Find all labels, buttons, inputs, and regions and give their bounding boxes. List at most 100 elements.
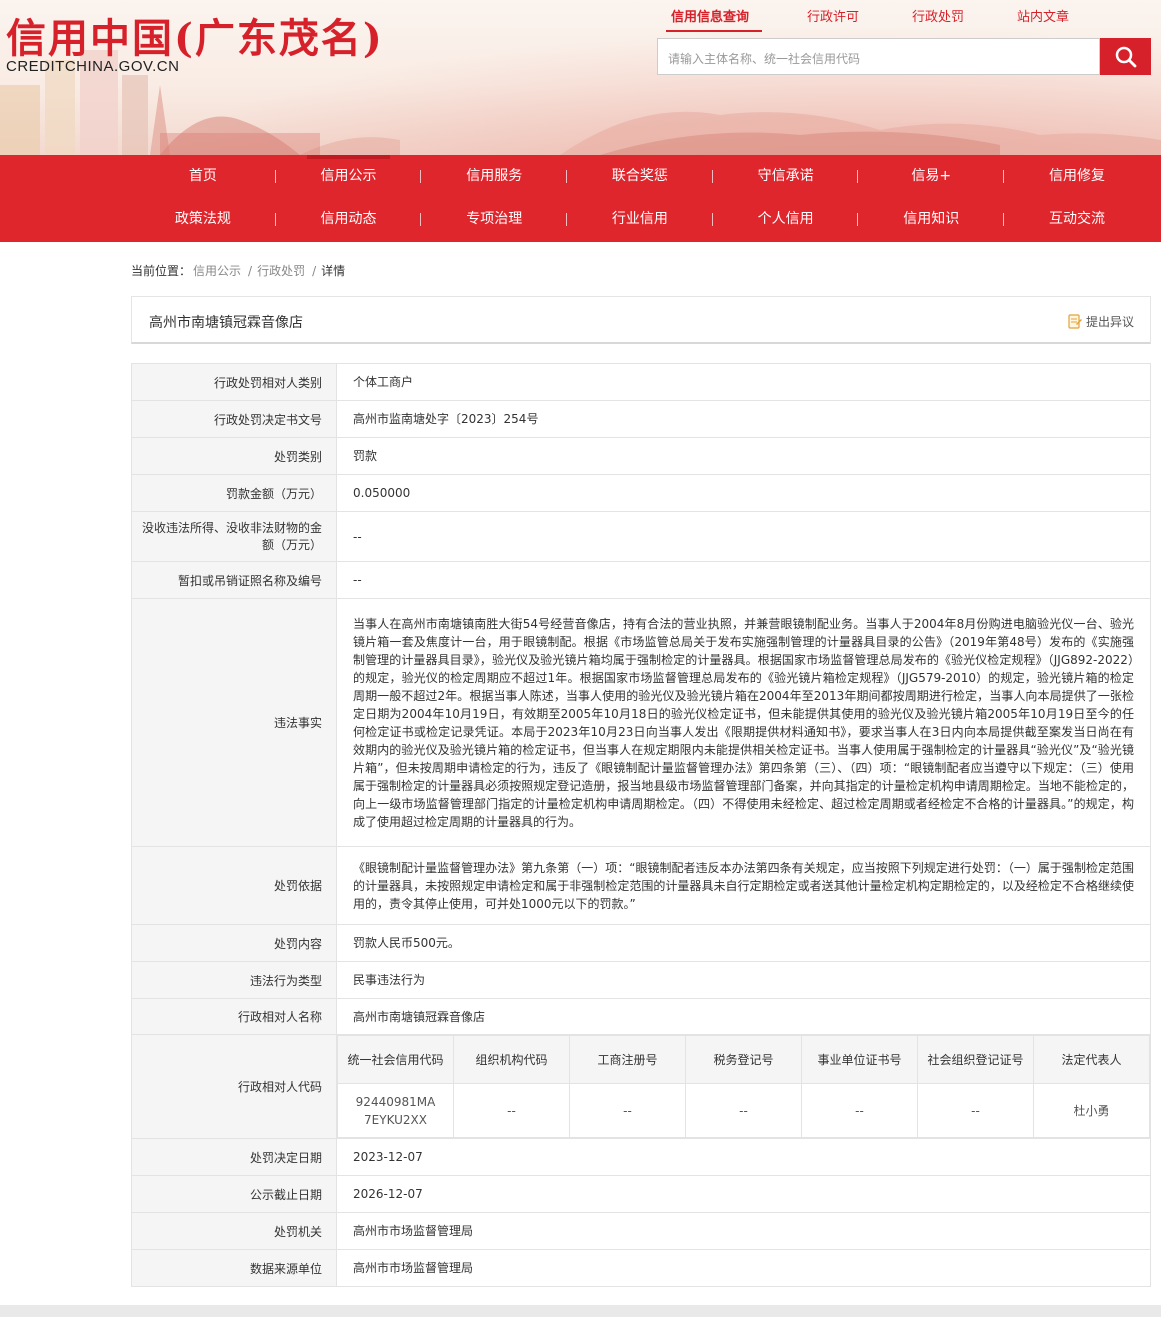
field-value: 高州市市场监督管理局 xyxy=(336,1249,1151,1287)
search-icon xyxy=(1115,46,1136,67)
nav-item-credit-publicity[interactable]: 信用公示 xyxy=(276,155,422,198)
main-nav-row-2: 政策法规 信用动态 专项治理 行业信用 个人信用 信用知识 互动交流 xyxy=(130,198,1150,241)
top-link-credit-query[interactable]: 信用信息查询 xyxy=(671,6,749,25)
field-label: 行政相对人名称 xyxy=(131,998,337,1035)
table-row: 暂扣或吊销证照名称及编号 -- xyxy=(131,561,1151,599)
field-value: 0.050000 xyxy=(336,474,1151,512)
breadcrumb-admin-penalty[interactable]: 行政处罚 xyxy=(257,264,305,278)
raise-objection-button[interactable]: 提出异议 xyxy=(1068,313,1134,330)
field-label: 行政处罚相对人类别 xyxy=(131,363,337,401)
nav-item-credit-service[interactable]: 信用服务 xyxy=(421,155,567,198)
party-code-header-row: 统一社会信用代码 组织机构代码 工商注册号 税务登记号 事业单位证书号 社会组织… xyxy=(337,1035,1150,1084)
nav-item-personal-credit[interactable]: 个人信用 xyxy=(713,198,859,241)
table-row: 行政处罚决定书文号 高州市监南塘处字〔2023〕254号 xyxy=(131,400,1151,438)
field-value: 高州市监南塘处字〔2023〕254号 xyxy=(336,400,1151,438)
field-value: 民事违法行为 xyxy=(336,961,1151,999)
table-row: 处罚依据 《眼镜制配计量监督管理办法》第九条第（一）项：“眼镜制配者违反本办法第… xyxy=(131,846,1151,925)
field-value: 2023-12-07 xyxy=(336,1138,1151,1176)
record-title: 高州市南塘镇冠霖音像店 xyxy=(149,315,303,331)
field-label: 行政相对人代码 xyxy=(131,1034,337,1139)
field-label: 罚款金额（万元） xyxy=(131,474,337,512)
party-code-header: 工商注册号 xyxy=(569,1035,686,1084)
field-value-facts: 当事人在高州市南塘镇南胜大街54号经营音像店，持有合法的营业执照，并兼营眼镜制配… xyxy=(336,598,1151,847)
table-row: 没收违法所得、没收非法财物的金额（万元） -- xyxy=(131,511,1151,562)
top-link-site-articles[interactable]: 站内文章 xyxy=(1017,6,1069,25)
field-value: -- xyxy=(336,561,1151,599)
table-row: 处罚内容 罚款人民币500元。 xyxy=(131,924,1151,962)
field-label: 处罚决定日期 xyxy=(131,1138,337,1176)
field-label: 处罚类别 xyxy=(131,437,337,475)
table-row: 处罚类别 罚款 xyxy=(131,437,1151,475)
party-code-header: 统一社会信用代码 xyxy=(337,1035,454,1084)
field-value: 个体工商户 xyxy=(336,363,1151,401)
party-code-value: 杜小勇 xyxy=(1033,1083,1150,1138)
nav-item-joint-reward-punish[interactable]: 联合奖惩 xyxy=(567,155,713,198)
party-code-value: -- xyxy=(917,1083,1034,1138)
party-code-table: 统一社会信用代码 组织机构代码 工商注册号 税务登记号 事业单位证书号 社会组织… xyxy=(337,1035,1150,1138)
nav-item-special-governance[interactable]: 专项治理 xyxy=(421,198,567,241)
party-code-cell: 统一社会信用代码 组织机构代码 工商注册号 税务登记号 事业单位证书号 社会组织… xyxy=(336,1034,1151,1139)
breadcrumb-credit-publicity[interactable]: 信用公示 xyxy=(193,264,241,278)
site-header: 信用中国(广东茂名) CREDITCHINA.GOV.CN 信用信息查询 行政许… xyxy=(0,0,1161,155)
party-code-value: -- xyxy=(801,1083,918,1138)
active-nav-indicator xyxy=(307,155,390,159)
party-code-header: 社会组织登记证号 xyxy=(917,1035,1034,1084)
party-code-value: 92440981MA7EYKU2XX xyxy=(337,1083,454,1138)
field-label: 违法行为类型 xyxy=(131,961,337,999)
table-row: 处罚决定日期 2023-12-07 xyxy=(131,1138,1151,1176)
search-input[interactable]: 请输入主体名称、统一社会信用代码 xyxy=(657,38,1100,75)
breadcrumb-separator: / xyxy=(248,264,253,278)
nav-item-policies[interactable]: 政策法规 xyxy=(130,198,276,241)
field-label: 行政处罚决定书文号 xyxy=(131,400,337,438)
field-value: -- xyxy=(336,511,1151,562)
field-label: 违法事实 xyxy=(131,598,337,847)
field-label: 处罚机关 xyxy=(131,1212,337,1250)
field-label: 没收违法所得、没收非法财物的金额（万元） xyxy=(131,511,337,562)
table-row: 违法行为类型 民事违法行为 xyxy=(131,961,1151,999)
field-value: 2026-12-07 xyxy=(336,1175,1151,1213)
table-row: 行政处罚相对人类别 个体工商户 xyxy=(131,363,1151,401)
site-logo-title[interactable]: 信用中国(广东茂名) xyxy=(6,6,384,64)
table-row: 违法事实 当事人在高州市南塘镇南胜大街54号经营音像店，持有合法的营业执照，并兼… xyxy=(131,598,1151,847)
field-label: 暂扣或吊销证照名称及编号 xyxy=(131,561,337,599)
table-row: 处罚机关 高州市市场监督管理局 xyxy=(131,1212,1151,1250)
table-row: 行政相对人名称 高州市南塘镇冠霖音像店 xyxy=(131,998,1151,1035)
nav-item-interaction[interactable]: 互动交流 xyxy=(1004,198,1150,241)
table-row: 罚款金额（万元） 0.050000 xyxy=(131,474,1151,512)
search-button[interactable] xyxy=(1100,38,1151,75)
party-code-value: -- xyxy=(569,1083,686,1138)
top-link-admin-license[interactable]: 行政许可 xyxy=(807,6,859,25)
top-navigation: 信用信息查询 行政许可 行政处罚 站内文章 xyxy=(656,0,1156,32)
party-code-value: -- xyxy=(685,1083,802,1138)
breadcrumb-current: 详情 xyxy=(321,264,346,278)
site-logo-domain: CREDITCHINA.GOV.CN xyxy=(6,58,180,75)
main-nav-row-1: 首页 信用公示 信用服务 联合奖惩 守信承诺 信易+ 信用修复 xyxy=(130,155,1150,198)
top-link-admin-penalty[interactable]: 行政处罚 xyxy=(912,6,964,25)
record-title-bar: 高州市南塘镇冠霖音像店 提出异议 xyxy=(131,296,1151,344)
breadcrumb-label: 当前位置： xyxy=(131,264,192,278)
raise-objection-label: 提出异议 xyxy=(1085,315,1134,329)
field-value: 罚款人民币500元。 xyxy=(336,924,1151,962)
page-footer-strip xyxy=(0,1305,1161,1317)
field-label: 处罚依据 xyxy=(131,846,337,925)
active-link-underline xyxy=(666,30,762,32)
field-label: 公示截止日期 xyxy=(131,1175,337,1213)
field-label: 数据来源单位 xyxy=(131,1249,337,1287)
nav-item-home[interactable]: 首页 xyxy=(130,155,276,198)
nav-item-credit-repair[interactable]: 信用修复 xyxy=(1004,155,1150,198)
table-row: 行政相对人代码 统一社会信用代码 组织机构代码 工商注册号 税务登记号 事业单位… xyxy=(131,1034,1151,1139)
nav-item-trust-commitment[interactable]: 守信承诺 xyxy=(713,155,859,198)
nav-item-credit-knowledge[interactable]: 信用知识 xyxy=(858,198,1004,241)
party-code-header: 税务登记号 xyxy=(685,1035,802,1084)
table-row: 数据来源单位 高州市市场监督管理局 xyxy=(131,1249,1151,1287)
nav-item-industry-credit[interactable]: 行业信用 xyxy=(567,198,713,241)
nav-item-credit-news[interactable]: 信用动态 xyxy=(276,198,422,241)
field-value: 高州市市场监督管理局 xyxy=(336,1212,1151,1250)
party-code-value: -- xyxy=(453,1083,570,1138)
nav-item-xinyi-plus[interactable]: 信易+ xyxy=(858,155,1004,198)
party-code-value-row: 92440981MA7EYKU2XX -- -- -- -- -- 杜小勇 xyxy=(337,1083,1150,1138)
main-navigation: 首页 信用公示 信用服务 联合奖惩 守信承诺 信易+ 信用修复 政策法规 信用动… xyxy=(0,155,1161,242)
field-label: 处罚内容 xyxy=(131,924,337,962)
breadcrumb: 当前位置： 信用公示 / 行政处罚 / 详情 xyxy=(131,262,347,279)
party-code-header: 组织机构代码 xyxy=(453,1035,570,1084)
